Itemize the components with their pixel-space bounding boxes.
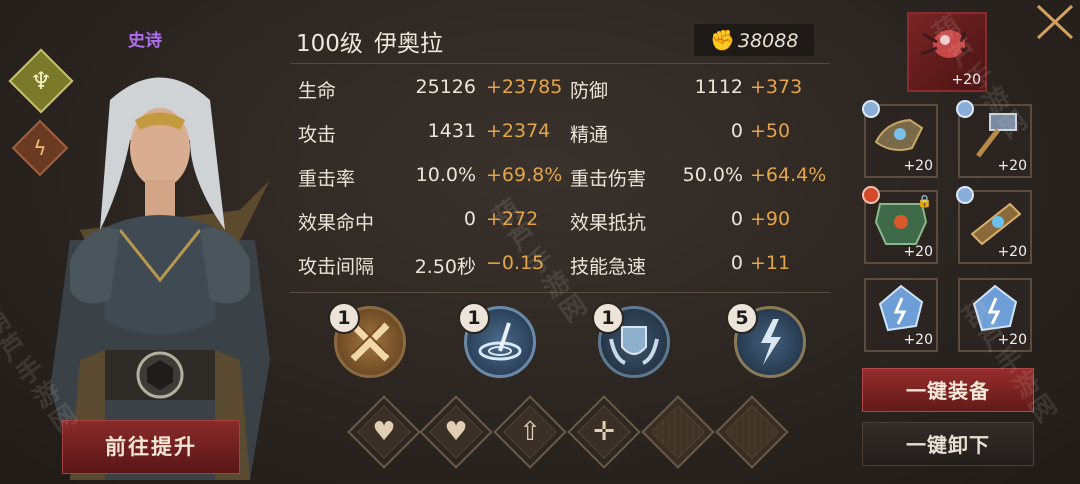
equip-slot-crystal[interactable]: +20 xyxy=(864,278,938,352)
skill-level-badge: 1 xyxy=(458,302,490,334)
equip-slot-weapon[interactable]: +20 xyxy=(862,100,938,178)
stat-label: 效果抵抗 xyxy=(570,212,647,234)
stat-row: 精通 0 +50 xyxy=(570,120,825,146)
divider xyxy=(290,63,830,64)
stat-row: 重击率 10.0% +69.8% xyxy=(298,164,562,190)
crosshair-icon: ✛ xyxy=(593,417,615,447)
stat-label: 技能急速 xyxy=(570,256,647,278)
stat-row: 效果抵抗 0 +90 xyxy=(570,208,825,234)
stat-base: 0 xyxy=(463,208,476,230)
skill-level-badge: 1 xyxy=(328,302,360,334)
stat-base: 1431 xyxy=(427,120,476,142)
stat-label: 重击率 xyxy=(298,168,356,190)
stat-label: 攻击 xyxy=(298,124,337,146)
unequip-all-button[interactable]: 一键卸下 xyxy=(862,422,1034,466)
equip-level: +20 xyxy=(903,332,933,348)
stat-label: 效果命中 xyxy=(298,212,375,234)
equip-level: +20 xyxy=(903,244,933,260)
stat-row: 攻击 1431 +2374 xyxy=(298,120,558,146)
spiral-badge-icon xyxy=(956,186,974,204)
stat-label: 防御 xyxy=(570,80,609,102)
rarity-label: 史诗 xyxy=(128,31,162,51)
stat-row: 防御 1112 +373 xyxy=(570,76,825,102)
crystal-icon xyxy=(878,284,924,332)
stat-base: 25126 xyxy=(415,76,476,98)
stat-base: 1112 xyxy=(694,76,743,98)
close-icon[interactable] xyxy=(1030,0,1080,44)
skill-level-badge: 5 xyxy=(726,302,758,334)
equip-slot-armor[interactable]: 🔒 +20 xyxy=(862,186,938,264)
equip-slot-bracer[interactable]: +20 xyxy=(956,186,1032,264)
forbidden-badge-icon xyxy=(862,186,880,204)
lock-icon: 🔒 xyxy=(917,194,932,208)
spiral-badge-icon xyxy=(956,100,974,118)
equip-level: +20 xyxy=(997,244,1027,260)
stat-base: 0 xyxy=(730,252,743,274)
stat-base: 50.0% xyxy=(682,164,743,186)
stat-bonus: +11 xyxy=(750,252,791,274)
stat-bonus: +69.8% xyxy=(486,164,563,186)
stat-bonus: +50 xyxy=(750,120,791,142)
stat-base: 10.0% xyxy=(415,164,476,186)
stat-label: 攻击间隔 xyxy=(298,256,375,278)
spiral-badge-icon xyxy=(862,100,880,118)
equip-level: +20 xyxy=(903,158,933,174)
stat-row: 生命 25126 +23785 xyxy=(298,76,562,102)
power-value: 38088 xyxy=(738,30,799,52)
stat-row: 技能急速 0 +11 xyxy=(570,252,825,278)
stat-label: 精通 xyxy=(570,124,609,146)
stat-base: 0 xyxy=(730,120,743,142)
stat-base: 2.50秒 xyxy=(414,256,476,278)
fist-icon: ✊ xyxy=(710,28,735,52)
stat-bonus: +90 xyxy=(750,208,791,230)
stat-bonus: +2374 xyxy=(486,120,551,142)
heart-icon: ♥ xyxy=(372,417,396,447)
stat-label: 生命 xyxy=(298,80,337,102)
arrow-up-icon: ⇧ xyxy=(519,417,541,447)
stat-bonus: +23785 xyxy=(486,76,563,98)
power-box: ✊ 38088 xyxy=(694,24,814,56)
hero-level: 100级 xyxy=(296,31,363,57)
stat-base: 0 xyxy=(730,208,743,230)
stat-bonus: +64.4% xyxy=(750,164,827,186)
stat-row: 重击伤害 50.0% +64.4% xyxy=(570,164,827,190)
stat-bonus: +373 xyxy=(750,76,803,98)
skill-level-badge: 1 xyxy=(592,302,624,334)
heart-hands-icon: ♥ xyxy=(444,417,468,447)
stat-label: 重击伤害 xyxy=(570,168,647,190)
go-upgrade-button[interactable]: 前往提升 xyxy=(62,420,240,474)
hero-name: 伊奥拉 xyxy=(374,31,443,57)
equip-level: +20 xyxy=(997,158,1027,174)
